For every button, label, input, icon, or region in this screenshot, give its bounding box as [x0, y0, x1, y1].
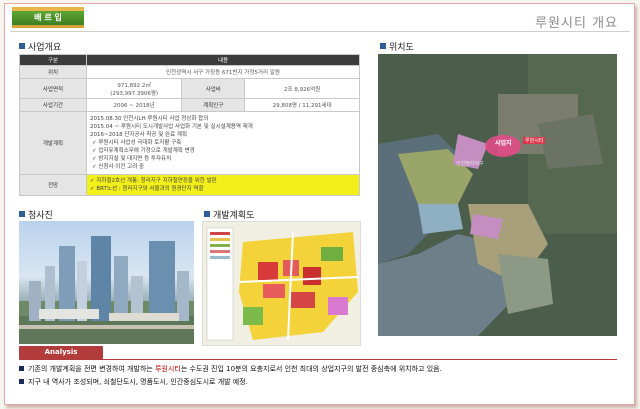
outlook-text: 지하철2호선 개통: 청라지구 지하철연장을 위한 발판 — [96, 178, 217, 184]
section-heading-overview: 사업개요 — [19, 40, 61, 53]
analysis-line-1: 기존의 개발계획을 전면 변경하여 개발하는 루원시티는 수도권 진입 10분의… — [19, 364, 442, 374]
plan-bullet: ✓ 방지지설 및 대지면 등 투자유치 — [90, 155, 356, 163]
plan-cell: 2015.08.30 인천시LH 루원시티 사업 정상화 합의 2015.04 … — [86, 111, 360, 175]
section-plan-label: 개발계획도 — [213, 211, 255, 221]
plan-bullet-text: 방지지설 및 대지면 등 투자유치 — [98, 156, 172, 162]
map-site-label: 사업지 — [495, 140, 512, 147]
aerial-map-image — [378, 54, 617, 336]
city-rendering-image — [19, 236, 194, 344]
section-badge: 배 르 입 — [12, 11, 84, 28]
page-title: 루원시티 개요 — [535, 16, 618, 31]
square-bullet-icon — [19, 211, 25, 217]
land-use-plan-image — [203, 222, 360, 345]
row-label: 전망 — [19, 174, 87, 196]
section-heading-location: 위치도 — [380, 40, 414, 53]
row-label: 사업기간 — [19, 98, 87, 112]
row-value: 인천광역시 서구 가정동 671번지 가정5거리 일원 — [86, 65, 360, 79]
outlook-cell: ✓ 지하철2호선 개통: 청라지구 지하철연장을 위한 발판 ✓ BRT노선 :… — [86, 174, 360, 196]
plan-bullet: ✓ 신청사 이전 고려 중 — [90, 163, 356, 171]
table-row: 사업면적 971,892.2㎡ (293,997.3906평) 사업비 2조 8… — [19, 78, 360, 99]
analysis-divider — [19, 359, 617, 360]
outlook-line: ✓ BRT노선 : 청라지구와 서울과의 원경단지 역할 — [90, 185, 356, 193]
area-sqm: 971,892.2㎡ — [117, 82, 151, 89]
row-label: 위치 — [19, 65, 87, 79]
section-heading-plan: 개발계획도 — [204, 208, 254, 221]
location-aerial-map: 사업지 루원시티 인천청라지구 — [378, 54, 617, 336]
plan-bullet-text: 신청사 이전 고려 중 — [98, 164, 145, 170]
map-district-label: 인천청라지구 — [456, 161, 484, 167]
title-divider — [10, 31, 630, 32]
plan-line: 2016~2018 단지공사 착공 및 완료 계획 — [90, 132, 188, 138]
section-heading-photo: 청사진 — [19, 208, 53, 221]
section-photo-label: 청사진 — [28, 211, 53, 221]
table-row: 개발계획 2015.08.30 인천시LH 루원시티 사업 정상화 합의 201… — [19, 111, 360, 175]
plan-bullet: ✓ 루원시티 사업성 극대화 토지활 구축 — [90, 139, 356, 147]
analysis-line-2: 지구 내 역사가 조성되며, 쇠철단도시, 명품도시, 인간중심도시로 개발 예… — [19, 377, 248, 387]
square-bullet-icon — [380, 43, 386, 49]
analysis-text: 기존의 개발계획을 전면 변경하여 개발하는 — [28, 365, 156, 373]
table-row: 전망 ✓ 지하철2호선 개통: 청라지구 지하철연장을 위한 발판 ✓ BRT노… — [19, 174, 360, 196]
area-pyeong: (293,997.3906평) — [110, 90, 159, 97]
map-site-tag: 루원시티 — [523, 137, 546, 144]
analysis-tag: Analysis — [19, 346, 103, 359]
analysis-text: 지구 내 역사가 조성되며, 쇠철단도시, 명품도시, 인간중심도시로 개발 예… — [28, 378, 248, 386]
plan-bullet: ✓ 업자유계획소무에 기정으로 개발계획 변경 — [90, 147, 356, 155]
plan-bullet-text: 루원시티 사업성 극대화 토지활 구축 — [98, 140, 182, 146]
analysis-text: 는 수도권 진입 10분의 요충지로서 인천 최대의 상업지구의 발전 중심축에… — [180, 365, 442, 373]
development-plan-map — [202, 221, 361, 346]
outlook-line: ✓ 지하철2호선 개통: 청라지구 지하철연장을 위한 발판 — [90, 177, 356, 185]
row-value: 29,808명 / 11,291세대 — [244, 98, 360, 112]
row-value: 971,892.2㎡ (293,997.3906평) — [85, 78, 183, 99]
table-row: 위치 인천광역시 서구 가정동 671번지 가정5거리 일원 — [19, 65, 360, 79]
analysis-highlight: 루원시티 — [155, 365, 181, 373]
plan-bullet-text: 업자유계획소무에 기정으로 개발계획 변경 — [98, 148, 195, 154]
plan-line: 2015.08.30 인천시LH 루원시티 사업 정상화 합의 — [90, 116, 209, 122]
square-bullet-icon — [19, 366, 24, 371]
square-bullet-icon — [204, 211, 210, 217]
section-location-label: 위치도 — [389, 43, 414, 53]
row-label: 사업비 — [181, 78, 246, 99]
row-label: 사업면적 — [19, 78, 87, 99]
square-bullet-icon — [19, 379, 24, 384]
plan-line: 2015.04 ~ 루원시티 도시개발사업 사업화 기본 및 실시설계용역 재개 — [90, 124, 253, 130]
table-header-row: 구분 내용 — [19, 54, 360, 66]
table-header-cell: 구분 — [19, 54, 87, 66]
section-overview-label: 사업개요 — [28, 43, 62, 53]
row-value: 2조 8,926억원 — [244, 78, 360, 99]
outlook-text: BRT노선 : 청라지구와 서울과의 원경단지 역할 — [96, 186, 204, 192]
table-header-cell: 내용 — [86, 54, 360, 66]
table-row: 사업기간 2006 ~ 2018년 계획인구 29,808명 / 11,291세… — [19, 98, 360, 112]
row-value: 2006 ~ 2018년 — [85, 98, 183, 112]
rendering-photo — [19, 221, 194, 344]
overview-table: 구분 내용 위치 인천광역시 서구 가정동 671번지 가정5거리 일원 사업면… — [19, 54, 360, 196]
row-label: 개발계획 — [19, 111, 87, 175]
row-label: 계획인구 — [181, 98, 246, 112]
square-bullet-icon — [19, 43, 25, 49]
